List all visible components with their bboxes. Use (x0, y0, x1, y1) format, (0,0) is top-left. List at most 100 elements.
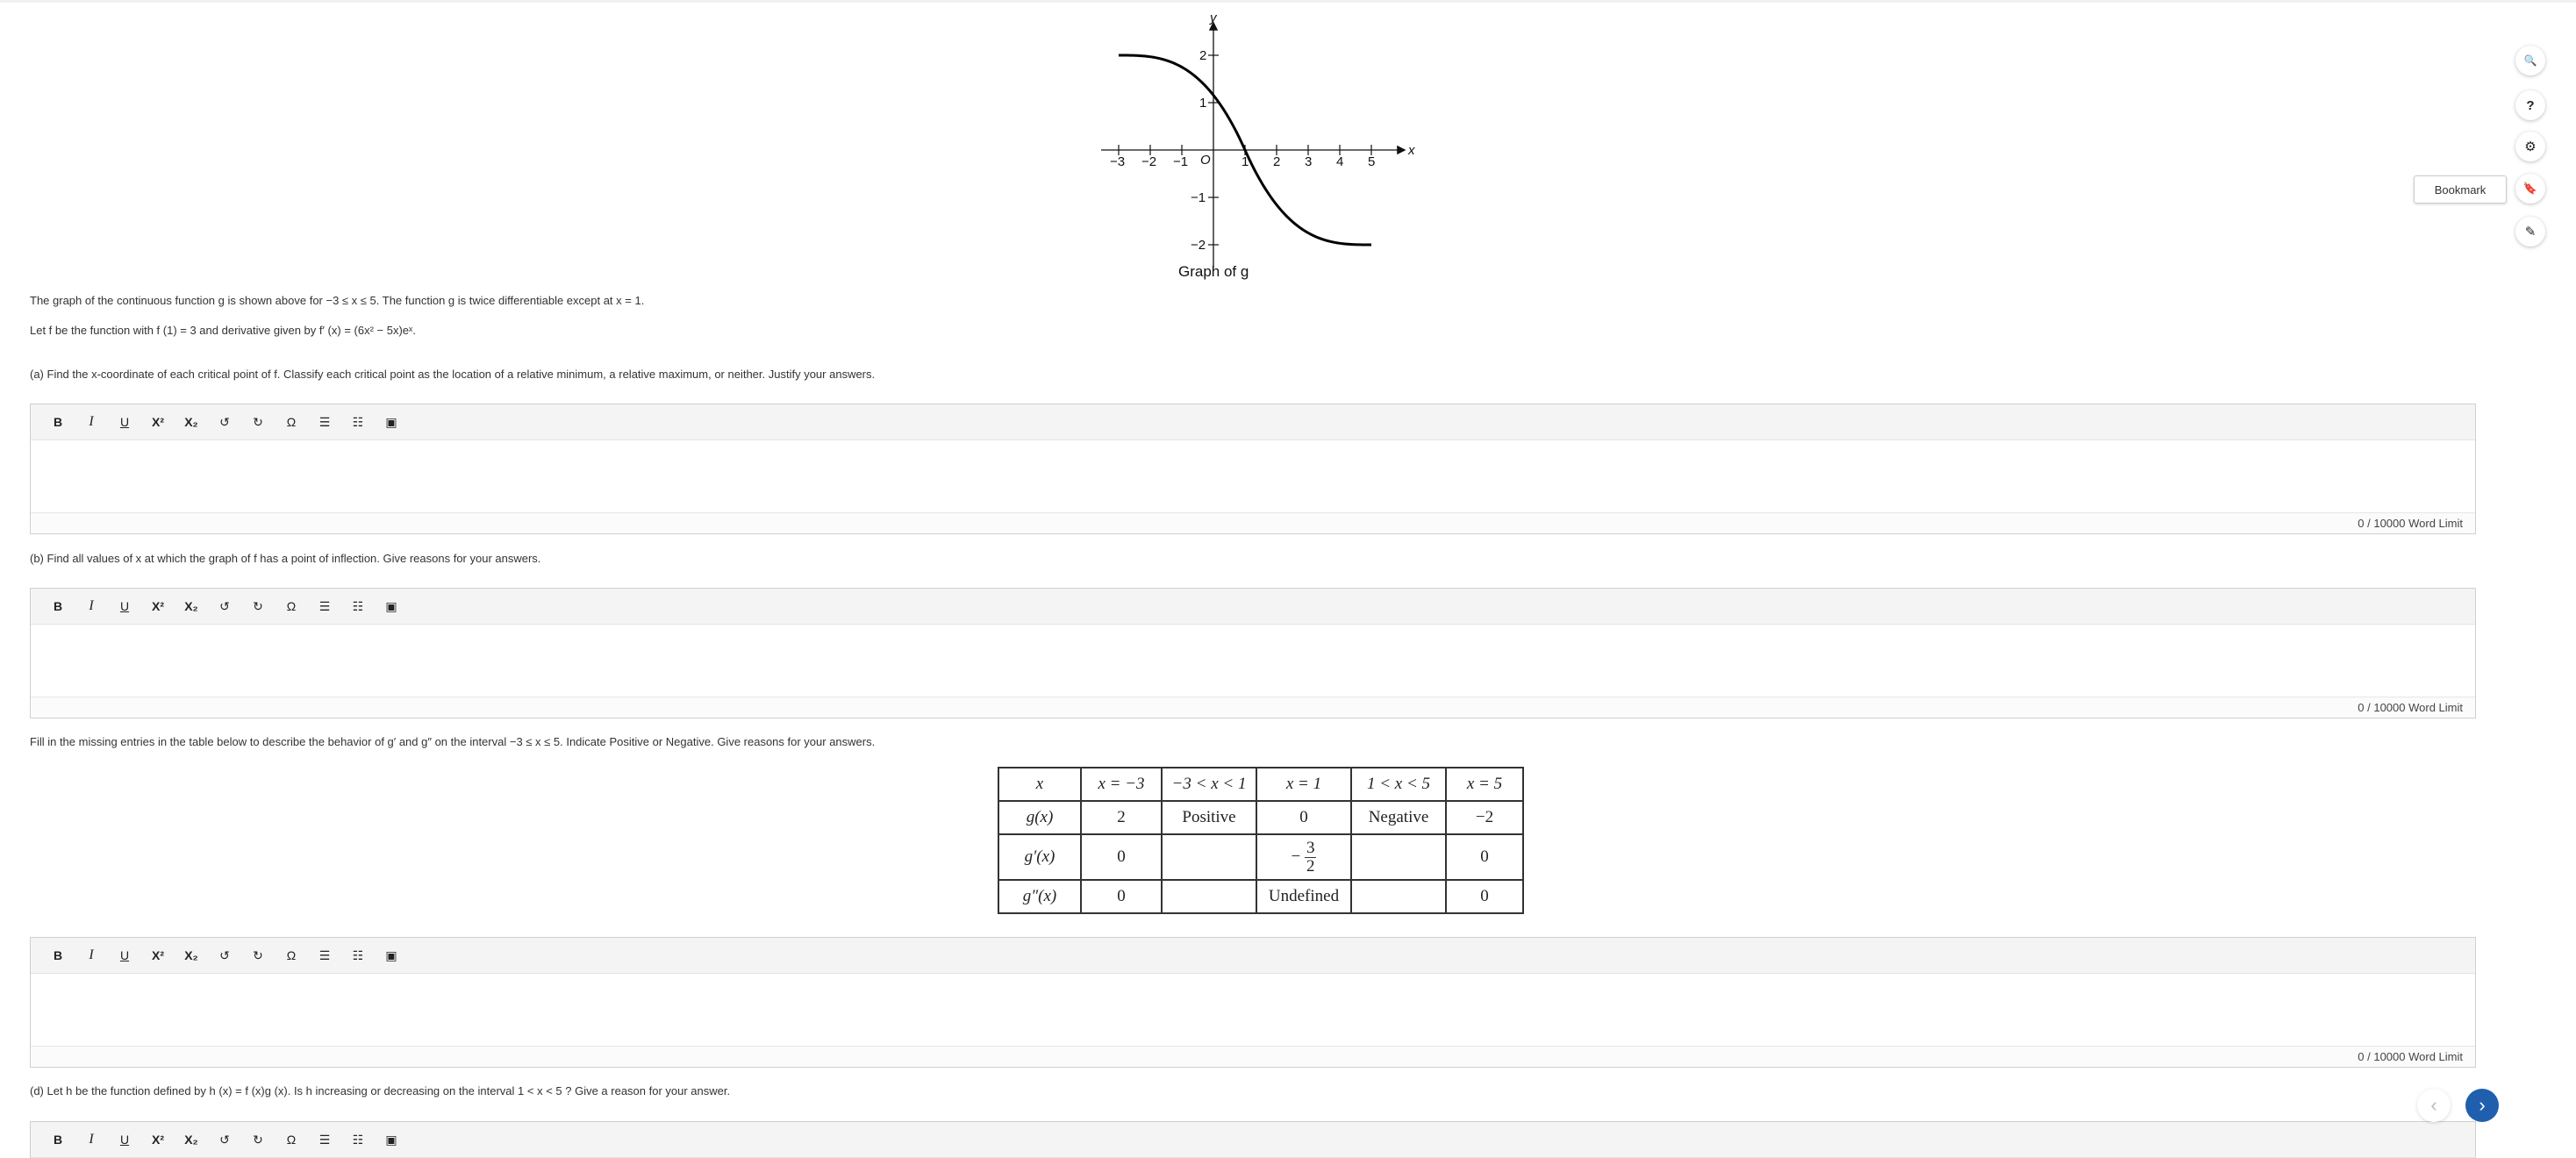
bold-button[interactable]: B (41, 593, 75, 619)
x-tick-label: −3 (1110, 154, 1125, 169)
editor-text-area[interactable] (31, 625, 2475, 697)
table-cell: −2 (1445, 800, 1524, 835)
superscript-button[interactable]: X² (141, 942, 175, 969)
editor-text-area[interactable] (31, 974, 2475, 1046)
next-button[interactable]: › (2465, 1089, 2499, 1122)
insert-image-icon[interactable]: ▣ (375, 1126, 408, 1153)
subscript-button[interactable]: X₂ (175, 942, 208, 969)
table-cell: 0 (1445, 879, 1524, 914)
numbered-list-icon[interactable]: ☷ (341, 1126, 375, 1153)
bullet-list-icon[interactable]: ☰ (308, 942, 341, 969)
undo-icon[interactable]: ↺ (208, 1126, 241, 1153)
table-cell-blank (1161, 879, 1257, 914)
editor-text-area[interactable] (31, 440, 2475, 512)
bookmark-icon[interactable]: 🔖 (2515, 174, 2545, 204)
undo-icon[interactable]: ↺ (208, 409, 241, 435)
zoom-icon[interactable]: 🔍 (2515, 46, 2545, 75)
bullet-list-icon[interactable]: ☰ (308, 409, 341, 435)
subscript-button[interactable]: X₂ (175, 1126, 208, 1153)
table-cell: Undefined (1256, 879, 1352, 914)
bullet-list-icon[interactable]: ☰ (308, 1126, 341, 1153)
bold-button[interactable]: B (41, 1126, 75, 1153)
redo-icon[interactable]: ↻ (241, 942, 275, 969)
undo-icon[interactable]: ↺ (208, 942, 241, 969)
fraction: 3 2 (1304, 839, 1317, 876)
numbered-list-icon[interactable]: ☷ (341, 409, 375, 435)
insert-image-icon[interactable]: ▣ (375, 409, 408, 435)
table-cell-blank (1350, 833, 1447, 881)
superscript-button[interactable]: X² (141, 593, 175, 619)
x-tick-label: 4 (1336, 154, 1343, 169)
superscript-button[interactable]: X² (141, 1126, 175, 1153)
italic-button[interactable]: I (75, 1126, 108, 1153)
underline-button[interactable]: U (108, 1126, 141, 1153)
table-cell: 0 (1445, 833, 1524, 881)
settings-icon[interactable]: ⚙ (2515, 132, 2545, 161)
y-tick-label: −1 (1191, 190, 1206, 205)
x-tick-marks: −3 −2 −1 1 2 3 4 5 (1110, 145, 1375, 169)
fraction-denominator: 2 (1306, 856, 1315, 876)
editor-toolbar: B I U X² X₂ ↺ ↻ Ω ☰ ☷ ▣ (31, 938, 2475, 974)
y-tick-label: 1 (1199, 96, 1206, 111)
table-cell-blank (1161, 833, 1257, 881)
question-a: (a) Find the x-coordinate of each critic… (30, 368, 876, 381)
table-header-cell: 1 < x < 5 (1350, 767, 1447, 802)
bullet-list-icon[interactable]: ☰ (308, 593, 341, 619)
italic-button[interactable]: I (75, 409, 108, 435)
bold-button[interactable]: B (41, 942, 75, 969)
subscript-button[interactable]: X₂ (175, 593, 208, 619)
superscript-button[interactable]: X² (141, 409, 175, 435)
question-d: (d) Let h be the function defined by h (… (30, 1084, 731, 1097)
answer-editor-a[interactable]: B I U X² X₂ ↺ ↻ Ω ☰ ☷ ▣ 0 / 10000 Word L… (30, 404, 2476, 534)
italic-button[interactable]: I (75, 942, 108, 969)
special-character-icon[interactable]: Ω (275, 409, 308, 435)
subscript-button[interactable]: X₂ (175, 409, 208, 435)
y-tick-label: 2 (1199, 48, 1206, 63)
behavior-table: x x = −3 −3 < x < 1 x = 1 1 < x < 5 x = … (998, 767, 1524, 914)
fraction-sign: − (1291, 847, 1301, 866)
insert-image-icon[interactable]: ▣ (375, 942, 408, 969)
numbered-list-icon[interactable]: ☷ (341, 942, 375, 969)
special-character-icon[interactable]: Ω (275, 942, 308, 969)
special-character-icon[interactable]: Ω (275, 1126, 308, 1153)
editor-toolbar: B I U X² X₂ ↺ ↻ Ω ☰ ☷ ▣ (31, 404, 2475, 440)
table-header-row: x x = −3 −3 < x < 1 x = 1 1 < x < 5 x = … (998, 767, 1524, 802)
x-tick-label: 5 (1368, 154, 1375, 169)
previous-button[interactable]: ‹ (2417, 1089, 2451, 1122)
numbered-list-icon[interactable]: ☷ (341, 593, 375, 619)
editor-toolbar: B I U X² X₂ ↺ ↻ Ω ☰ ☷ ▣ (31, 589, 2475, 625)
table-cell: Positive (1161, 800, 1257, 835)
question-c: Fill in the missing entries in the table… (30, 735, 876, 748)
italic-button[interactable]: I (75, 593, 108, 619)
x-axis-label: x (1407, 143, 1415, 158)
answer-editor-b[interactable]: B I U X² X₂ ↺ ↻ Ω ☰ ☷ ▣ 0 / 10000 Word L… (30, 588, 2476, 718)
redo-icon[interactable]: ↻ (241, 1126, 275, 1153)
help-icon[interactable]: ? (2515, 90, 2545, 120)
intro-line-1: The graph of the continuous function g i… (30, 294, 645, 307)
table-cell: 0 (1256, 800, 1352, 835)
underline-button[interactable]: U (108, 593, 141, 619)
insert-image-icon[interactable]: ▣ (375, 593, 408, 619)
bold-button[interactable]: B (41, 409, 75, 435)
question-b: (b) Find all values of x at which the gr… (30, 552, 541, 565)
y-tick-label: −2 (1191, 238, 1206, 253)
pencil-icon[interactable]: ✎ (2515, 217, 2545, 247)
undo-icon[interactable]: ↺ (208, 593, 241, 619)
word-limit-counter: 0 / 10000 Word Limit (31, 512, 2475, 533)
x-tick-label: 3 (1305, 154, 1312, 169)
word-limit-counter: 0 / 10000 Word Limit (31, 1046, 2475, 1067)
underline-button[interactable]: U (108, 942, 141, 969)
table-header-cell: −3 < x < 1 (1161, 767, 1257, 802)
x-tick-label: 2 (1273, 154, 1280, 169)
x-tick-label: −1 (1173, 154, 1188, 169)
redo-icon[interactable]: ↻ (241, 409, 275, 435)
table-header-cell: x = −3 (1080, 767, 1163, 802)
row-label: g″(x) (998, 879, 1082, 914)
special-character-icon[interactable]: Ω (275, 593, 308, 619)
answer-editor-c[interactable]: B I U X² X₂ ↺ ↻ Ω ☰ ☷ ▣ 0 / 10000 Word L… (30, 937, 2476, 1068)
redo-icon[interactable]: ↻ (241, 593, 275, 619)
table-cell-blank (1350, 879, 1447, 914)
table-cell: 0 (1080, 879, 1163, 914)
x-tick-label: −2 (1141, 154, 1156, 169)
underline-button[interactable]: U (108, 409, 141, 435)
